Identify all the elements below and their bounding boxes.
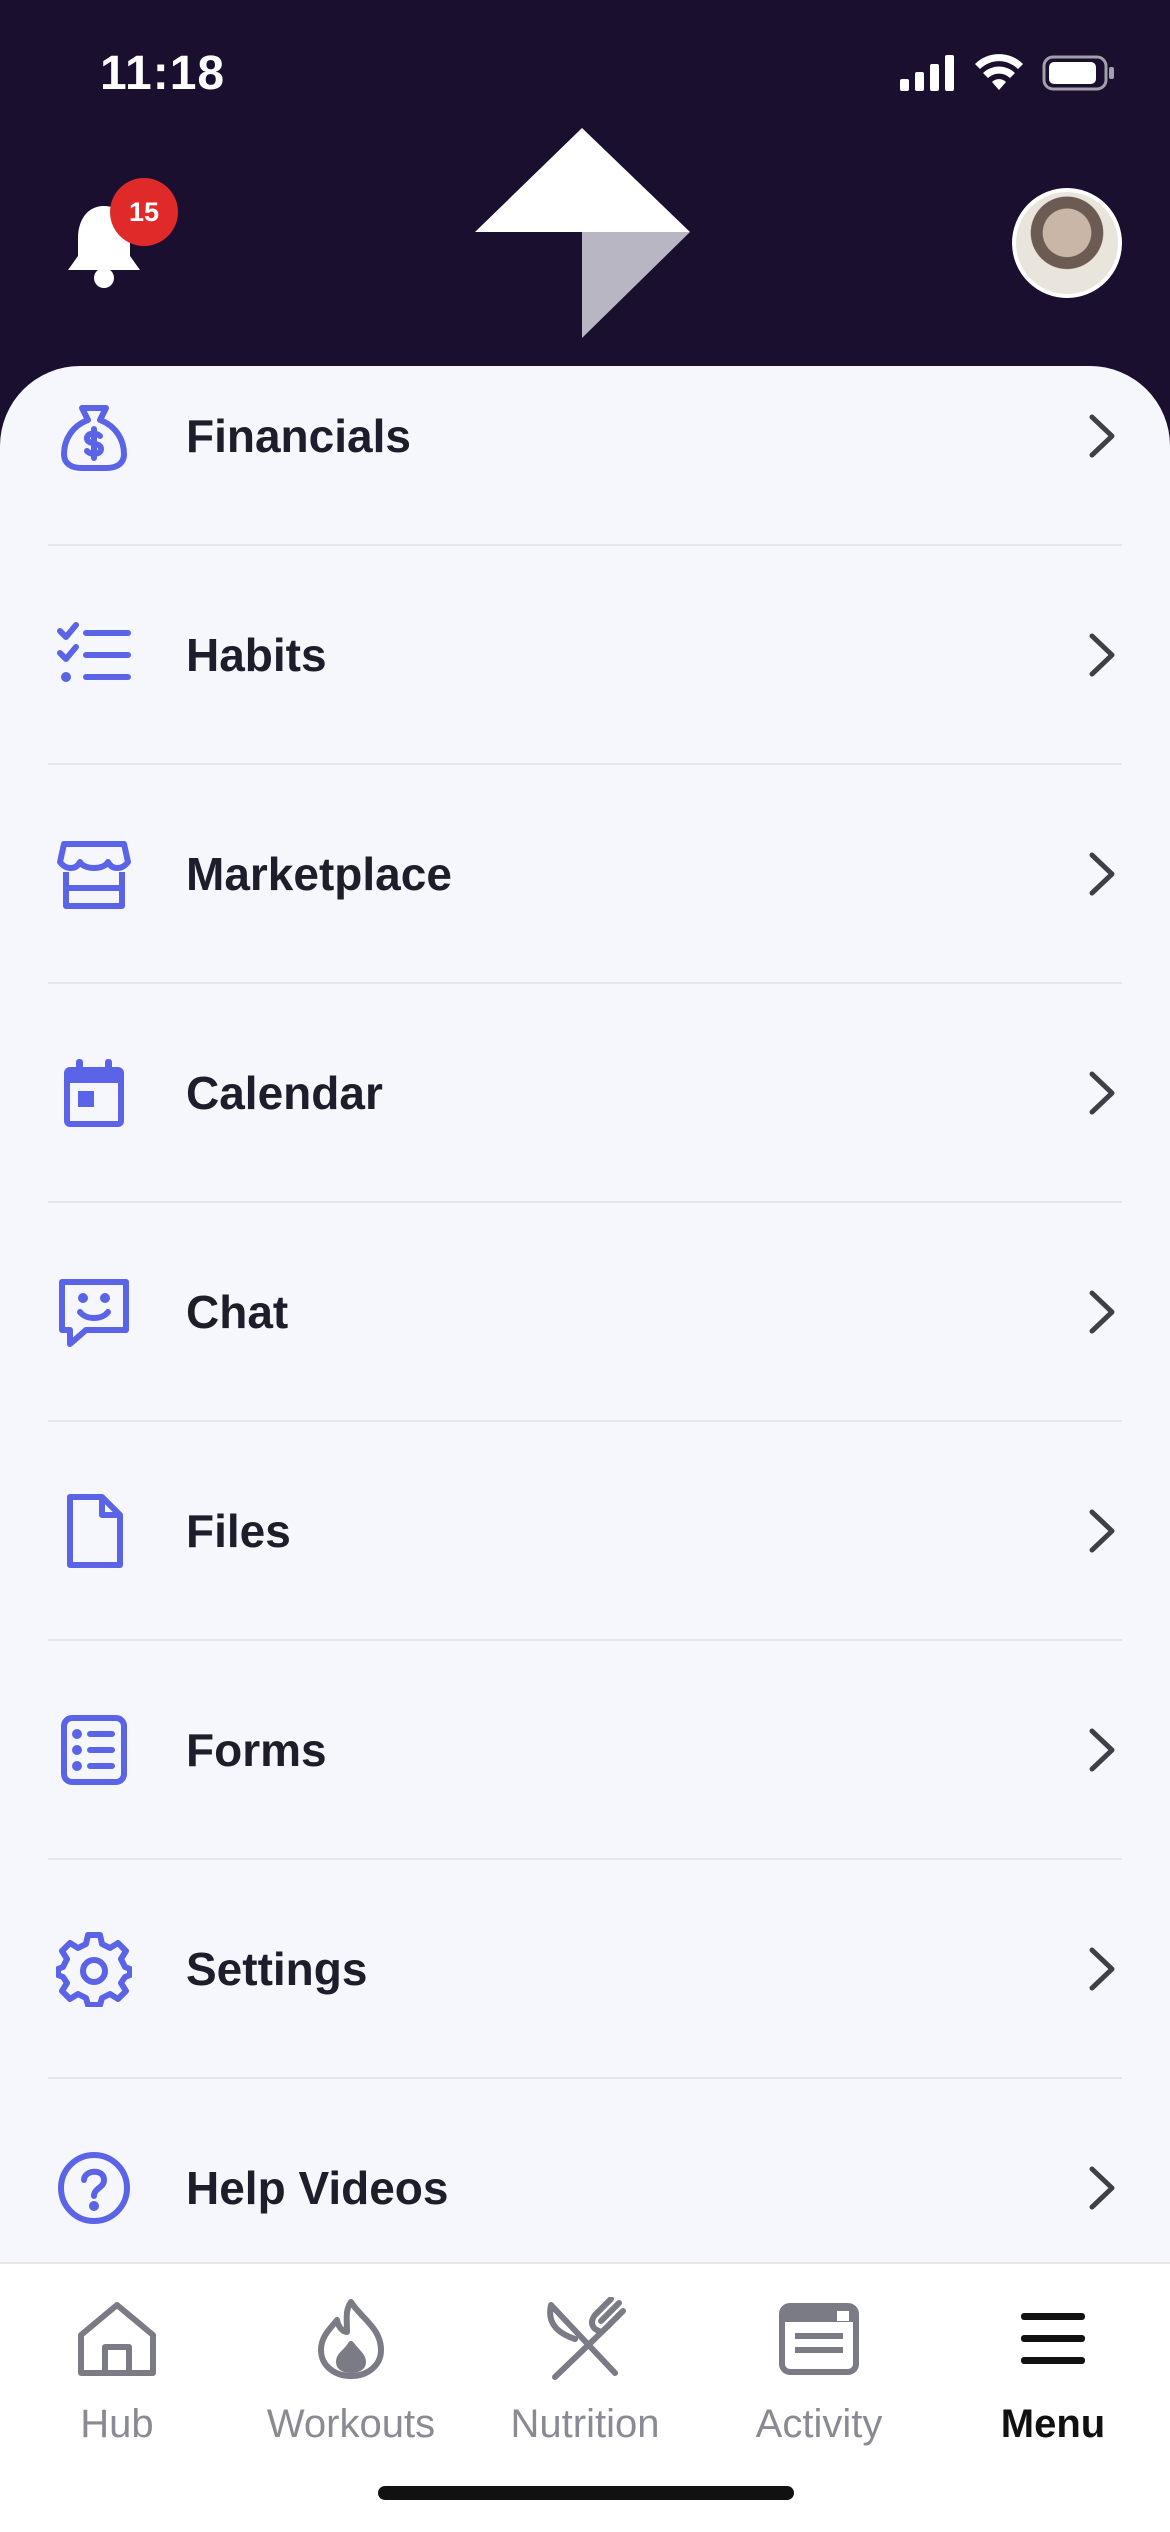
menu-item-chat[interactable]: Chat — [48, 1203, 1122, 1422]
menu-item-label: Calendar — [186, 1066, 383, 1119]
wifi-icon — [975, 54, 1023, 90]
menu-item-files[interactable]: Files — [48, 1422, 1122, 1641]
status-time: 11:18 — [100, 47, 226, 100]
tab-label: Workouts — [266, 2402, 436, 2446]
brand-logo — [475, 128, 690, 338]
chevron-right-icon — [1089, 1728, 1115, 1771]
storefront-icon — [54, 834, 134, 914]
menu-card: Financials Habits Marketplace Calendar C… — [0, 366, 1170, 2266]
chevron-right-icon — [1089, 414, 1115, 457]
status-icons — [900, 54, 1116, 92]
tab-label: Menu — [1000, 2402, 1106, 2446]
activity-card-icon — [774, 2294, 864, 2384]
menu-item-marketplace[interactable]: Marketplace — [48, 765, 1122, 984]
battery-icon — [1042, 55, 1114, 91]
menu-item-label: Habits — [186, 628, 327, 681]
checklist-icon — [54, 615, 134, 695]
form-list-icon — [54, 1710, 134, 1790]
tab-menu[interactable]: Menu — [936, 2294, 1170, 2464]
menu-item-label: Files — [186, 1504, 291, 1557]
chevron-right-icon — [1089, 1071, 1115, 1114]
fork-knife-icon — [540, 2294, 630, 2384]
chevron-right-icon — [1089, 2166, 1115, 2209]
avatar[interactable] — [1012, 188, 1122, 298]
chevron-right-icon — [1089, 1947, 1115, 1990]
menu-item-habits[interactable]: Habits — [48, 546, 1122, 765]
menu-item-label: Settings — [186, 1942, 368, 1995]
chevron-right-icon — [1089, 1290, 1115, 1333]
calendar-icon — [54, 1053, 134, 1133]
menu-item-label: Forms — [186, 1723, 327, 1776]
gear-icon — [54, 1929, 134, 2009]
help-circle-icon — [54, 2148, 134, 2228]
chat-smile-icon — [54, 1272, 134, 1352]
menu-item-label: Chat — [186, 1285, 289, 1338]
menu-item-settings[interactable]: Settings — [48, 1860, 1122, 2079]
home-icon — [72, 2294, 162, 2384]
hamburger-icon — [1008, 2294, 1098, 2384]
notification-badge: 15 — [110, 178, 178, 246]
chevron-right-icon — [1089, 1509, 1115, 1552]
tab-hub[interactable]: Hub — [0, 2294, 234, 2464]
menu-item-financials[interactable]: Financials — [48, 366, 1122, 546]
tab-activity[interactable]: Activity — [702, 2294, 936, 2464]
tab-label: Hub — [80, 2402, 154, 2446]
tab-nutrition[interactable]: Nutrition — [468, 2294, 702, 2464]
flame-icon — [306, 2294, 396, 2384]
menu-item-calendar[interactable]: Calendar — [48, 984, 1122, 1203]
chevron-right-icon — [1089, 633, 1115, 676]
tab-workouts[interactable]: Workouts — [234, 2294, 468, 2464]
menu-item-forms[interactable]: Forms — [48, 1641, 1122, 1860]
tab-label: Nutrition — [510, 2402, 660, 2446]
menu-item-label: Marketplace — [186, 847, 452, 900]
signal-icon — [900, 55, 954, 91]
tab-label: Activity — [755, 2402, 883, 2446]
file-icon — [54, 1491, 134, 1571]
menu-item-help-videos[interactable]: Help Videos — [48, 2079, 1122, 2266]
menu-item-label: Help Videos — [186, 2161, 449, 2214]
app-header: 11:18 15 — [0, 0, 1170, 420]
menu-item-label: Financials — [186, 409, 411, 462]
home-indicator — [378, 2486, 794, 2500]
money-bag-icon — [54, 396, 134, 476]
chevron-right-icon — [1089, 852, 1115, 895]
